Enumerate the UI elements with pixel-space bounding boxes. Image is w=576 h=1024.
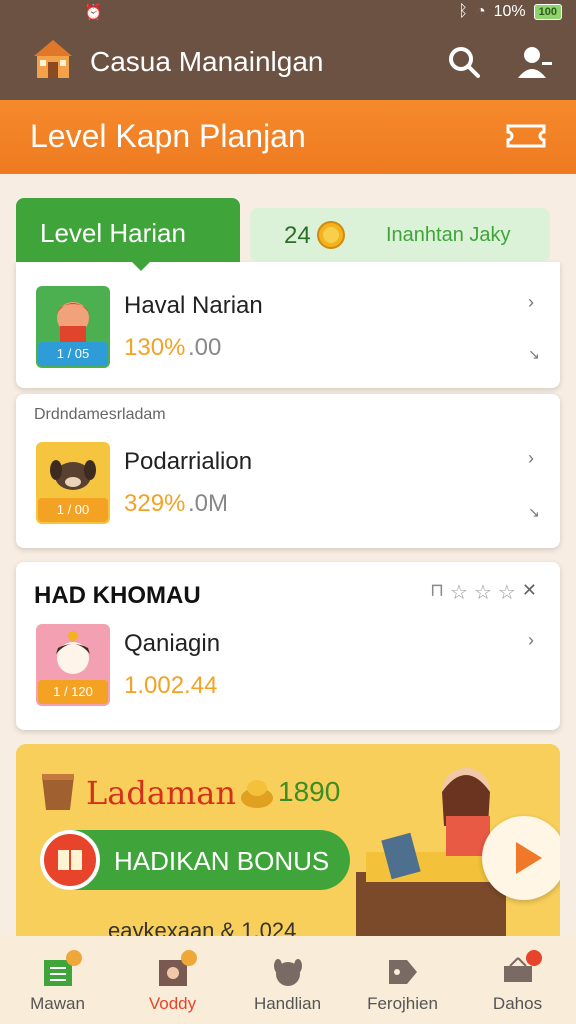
nav-item-ferojhien[interactable]: Ferojhien [345,936,460,1024]
star-icon: ☆ [473,582,492,604]
tab-inanhtan[interactable]: 24 Inanhtan Jaky [250,208,550,262]
level-banner: Level Kapn Planjan [0,100,576,174]
item-percentage: 329% [124,490,186,517]
tag-icon [389,960,417,984]
tools-icon[interactable]: ✕ [522,580,537,605]
nav-label: Voddy [148,994,197,1013]
rating-stars: ⊓ ☆ ☆ ☆ ✕ [430,580,537,605]
ranking-card: Drdndamesrladam 1 / 00 Podarrialion 329%… [16,394,560,548]
nav-label: Handlian [253,994,322,1013]
status-bar: ⏰ ᛒ ◔ 10% 100 [0,0,576,26]
coin-icon [317,221,345,249]
item-name: Podarrialion [124,448,253,475]
list-item[interactable]: 1 / 120 Qaniagin 1.002.44 › [16,610,560,730]
nav-item-voddy[interactable]: Voddy [115,936,230,1024]
alarm-icon: ⏰ [84,4,103,21]
nav-label: Dahos [492,994,543,1013]
tab-label: Inanhtan Jaky [386,224,511,246]
list-item[interactable]: 1 / 00 Podarrialion 329% .0M › ↘ [16,428,560,548]
level-card: 1 / 05 Haval Narian 130% .00 › ↘ [16,262,560,388]
item-value: .0M [188,490,229,517]
chevron-down-right-icon: ↘ [528,504,540,520]
star-icon: ☆ [497,582,516,604]
notification-badge [66,950,82,966]
chevron-right-icon[interactable]: › [528,630,540,650]
profile-icon[interactable] [514,42,554,82]
notification-badge [181,950,197,966]
item-value: .00 [188,334,222,361]
status-icons: ᛒ ◔ 10% 100 [458,3,562,21]
ticket-icon[interactable] [504,118,548,154]
chevron-down-right-icon: ↘ [528,346,540,362]
bottom-nav: Mawan Voddy Handlian Ferojhien Dahos [0,936,576,1024]
battery-indicator: 100 [533,4,562,20]
chair-icon: ⊓ [430,580,445,600]
section-label: Drdndamesrladam [34,406,166,423]
promo-count: 1890 [278,776,341,807]
chevron-right-icon[interactable]: › [528,292,540,312]
play-icon [516,842,542,874]
house-logo-icon [34,40,72,78]
nav-item-handlian[interactable]: Handlian [230,936,345,1024]
nav-item-dahos[interactable]: Dahos [460,936,575,1024]
item-name: Haval Narian [124,292,263,319]
bucket-icon [42,774,74,810]
promo-title: Ladaman [86,774,236,812]
item-percentage: 130% [124,334,186,361]
level-tag: 1 / 120 [38,680,108,704]
star-icon: ☆ [450,582,468,604]
app-title: Casua Manainlgan [90,46,324,77]
search-icon[interactable] [446,44,482,80]
play-button[interactable] [482,816,560,900]
tab-level-harian[interactable]: Level Harian [16,198,240,271]
card-title: HAD KHOMAU [34,582,201,609]
level-tag: 1 / 00 [38,498,108,522]
chevron-right-icon[interactable]: › [528,448,540,468]
signal-text: 10% [493,3,526,20]
banner-title: Level Kapn Planjan [30,118,306,154]
notification-badge [526,950,542,966]
pet-icon [274,959,302,986]
avatar: 1 / 00 [36,442,110,524]
achievement-card: HAD KHOMAU ⊓ ☆ ☆ ☆ ✕ 1 / 120 Qaniagin 1.… [16,562,560,730]
avatar: 1 / 120 [36,624,110,706]
promo-banner: Ladaman 1890 HADIKAN BONUS eaykexaan & 1… [16,744,560,944]
app-bar: Casua Manainlgan [0,26,576,100]
nav-label: Ferojhien [367,994,438,1013]
nav-item-mawan[interactable]: Mawan [0,936,115,1024]
level-tag: 1 / 05 [38,342,108,366]
tab-count: 24 [284,222,311,249]
item-value: 1.002.44 [124,672,218,699]
bluetooth-icon: ᛒ [458,3,468,20]
gift-book-icon [40,830,100,890]
list-item[interactable]: 1 / 05 Haval Narian 130% .00 › ↘ [16,262,560,382]
item-name: Qaniagin [124,630,221,657]
wifi-icon: ◔ [475,3,486,20]
nav-label: Mawan [30,994,85,1013]
avatar: 1 / 05 [36,286,110,368]
gold-pot-icon [241,780,273,808]
